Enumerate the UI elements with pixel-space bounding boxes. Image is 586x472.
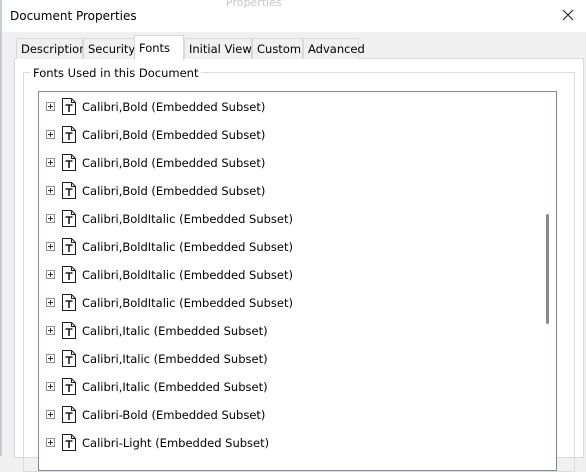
truetype-font-icon <box>62 266 76 283</box>
vertical-scrollbar[interactable] <box>539 92 556 470</box>
truetype-font-icon <box>62 126 76 143</box>
truetype-font-icon <box>62 154 76 171</box>
font-tree-item[interactable]: Calibri,Bold (Embedded Subset) <box>39 93 539 121</box>
font-tree-item[interactable]: Calibri,BoldItalic (Embedded Subset) <box>39 289 539 317</box>
font-tree-item[interactable]: Calibri,Bold (Embedded Subset) <box>39 177 539 205</box>
font-name-label: Calibri,Bold (Embedded Subset) <box>82 128 266 142</box>
font-name-label: Calibri,Bold (Embedded Subset) <box>82 184 266 198</box>
font-name-label: Calibri,BoldItalic (Embedded Subset) <box>82 268 293 282</box>
font-tree-item[interactable]: Calibri,Italic (Embedded Subset) <box>39 373 539 401</box>
font-tree-item[interactable]: Calibri,Italic (Embedded Subset) <box>39 345 539 373</box>
fonts-group-label: Fonts Used in this Document <box>30 66 202 80</box>
font-tree-item[interactable]: Calibri,Bold (Embedded Subset) <box>39 121 539 149</box>
font-name-label: Calibri,Bold (Embedded Subset) <box>82 156 266 170</box>
expand-plus-icon[interactable] <box>46 102 55 111</box>
tab-custom[interactable]: Custom <box>252 38 303 59</box>
font-name-label: Calibri,BoldItalic (Embedded Subset) <box>82 240 293 254</box>
font-name-label: Calibri,Italic (Embedded Subset) <box>82 352 268 366</box>
expand-plus-icon[interactable] <box>46 354 55 363</box>
truetype-font-icon <box>62 350 76 367</box>
close-icon <box>562 9 574 21</box>
truetype-font-icon <box>62 238 76 255</box>
expand-plus-icon[interactable] <box>46 186 55 195</box>
font-name-label: Calibri,BoldItalic (Embedded Subset) <box>82 296 293 310</box>
truetype-font-icon <box>62 406 76 423</box>
font-tree-item[interactable]: Calibri,BoldItalic (Embedded Subset) <box>39 233 539 261</box>
background-window-edge <box>0 0 2 456</box>
background-window-title: Properties <box>226 0 282 9</box>
expand-plus-icon[interactable] <box>46 326 55 335</box>
expand-plus-icon[interactable] <box>46 214 55 223</box>
font-name-label: Calibri-Bold (Embedded Subset) <box>82 408 266 422</box>
truetype-font-icon <box>62 322 76 339</box>
expand-plus-icon[interactable] <box>46 242 55 251</box>
truetype-font-icon <box>62 182 76 199</box>
expand-plus-icon[interactable] <box>46 130 55 139</box>
close-button[interactable] <box>554 2 582 28</box>
truetype-font-icon <box>62 294 76 311</box>
title-bar[interactable]: Properties Document Properties <box>2 0 586 32</box>
scrollbar-thumb[interactable] <box>546 214 549 324</box>
font-tree-item[interactable]: Calibri-Bold (Embedded Subset) <box>39 401 539 429</box>
expand-plus-icon[interactable] <box>46 438 55 447</box>
truetype-font-icon <box>62 434 76 451</box>
fonts-tree-list[interactable]: Calibri,Bold (Embedded Subset) Calibri,B… <box>38 91 557 471</box>
truetype-font-icon <box>62 378 76 395</box>
expand-plus-icon[interactable] <box>46 410 55 419</box>
tab-advanced[interactable]: Advanced <box>303 38 365 59</box>
font-tree-item[interactable]: Calibri,BoldItalic (Embedded Subset) <box>39 205 539 233</box>
window-title: Document Properties <box>10 9 137 23</box>
font-name-label: Calibri,Italic (Embedded Subset) <box>82 324 268 338</box>
font-name-label: Calibri,BoldItalic (Embedded Subset) <box>82 212 293 226</box>
font-tree-item[interactable]: Calibri,BoldItalic (Embedded Subset) <box>39 261 539 289</box>
expand-plus-icon[interactable] <box>46 158 55 167</box>
font-tree-item[interactable]: Calibri,Italic (Embedded Subset) <box>39 317 539 345</box>
expand-plus-icon[interactable] <box>46 270 55 279</box>
tab-description[interactable]: Description <box>16 38 87 59</box>
tab-security[interactable]: Security <box>83 38 135 59</box>
font-tree-item[interactable]: Calibri-Light (Embedded Subset) <box>39 429 539 457</box>
tab-initial-view[interactable]: Initial View <box>184 38 252 59</box>
truetype-font-icon <box>62 210 76 227</box>
font-name-label: Calibri,Italic (Embedded Subset) <box>82 380 268 394</box>
expand-plus-icon[interactable] <box>46 298 55 307</box>
font-tree-item[interactable]: Calibri,Bold (Embedded Subset) <box>39 149 539 177</box>
expand-plus-icon[interactable] <box>46 382 55 391</box>
tab-fonts[interactable]: Fonts <box>134 35 184 60</box>
tab-strip: Description Security Fonts Initial View … <box>16 35 584 60</box>
font-name-label: Calibri,Bold (Embedded Subset) <box>82 100 266 114</box>
font-name-label: Calibri-Light (Embedded Subset) <box>82 436 270 450</box>
truetype-font-icon <box>62 98 76 115</box>
